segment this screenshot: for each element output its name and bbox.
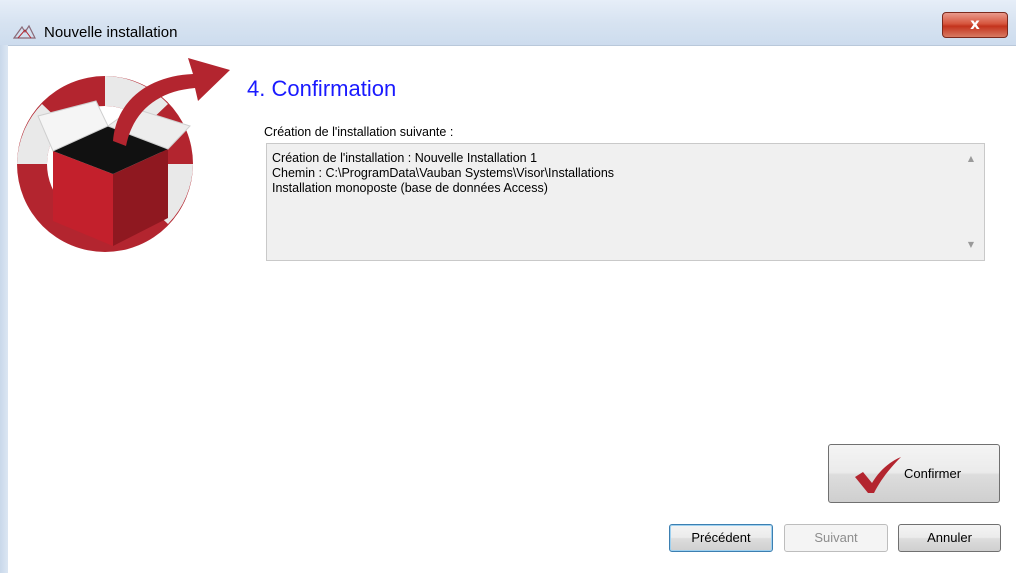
window-title: Nouvelle installation [44, 24, 178, 41]
summary-label: Création de l'installation suivante : [264, 125, 454, 139]
checkmark-icon [855, 457, 901, 493]
scroll-down-arrow-icon[interactable]: ▼ [964, 240, 978, 254]
app-icon [13, 24, 36, 39]
summary-textbox[interactable]: Création de l'installation : Nouvelle In… [266, 143, 985, 261]
window-frame [0, 45, 8, 573]
summary-line: Chemin : C:\ProgramData\Vauban Systems\V… [272, 166, 615, 180]
scroll-up-arrow-icon[interactable]: ▲ [964, 154, 978, 168]
confirm-button-label: Confirmer [904, 466, 962, 481]
close-button[interactable]: x [942, 12, 1008, 38]
summary-line: Création de l'installation : Nouvelle In… [272, 151, 538, 165]
title-bar[interactable]: Nouvelle installation x [0, 0, 1016, 46]
summary-line: Installation monoposte (base de données … [272, 181, 548, 195]
cancel-button[interactable]: Annuler [898, 524, 1001, 552]
wizard-content: 4. Confirmation Création de l'installati… [8, 46, 1016, 573]
wizard-window: Nouvelle installation x 4. Confirmation … [0, 0, 1016, 573]
confirm-button[interactable]: Confirmer [828, 444, 1000, 503]
summary-text: Création de l'installation : Nouvelle In… [272, 151, 614, 196]
step-heading: 4. Confirmation [247, 76, 397, 101]
next-button[interactable]: Suivant [784, 524, 888, 552]
previous-button[interactable]: Précédent [669, 524, 773, 552]
installation-logo [17, 58, 230, 252]
